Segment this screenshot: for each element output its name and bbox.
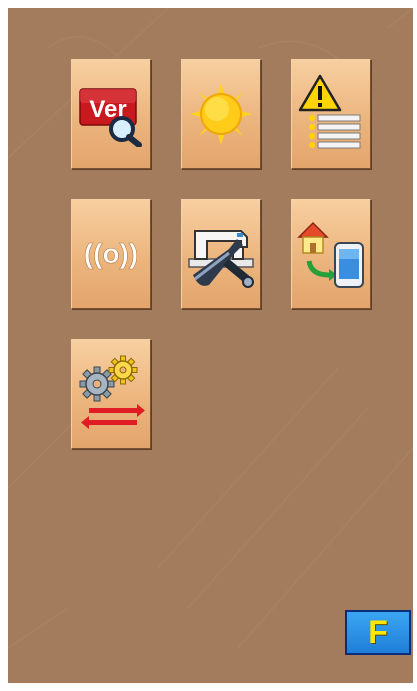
home-device-transfer-button[interactable] — [291, 199, 371, 309]
parameter-exchange-button[interactable] — [71, 339, 151, 449]
version-search-icon: Ver — [79, 88, 142, 147]
function-button[interactable]: F — [345, 610, 411, 655]
function-button-label: F — [368, 614, 388, 650]
alarm-list-button[interactable] — [291, 59, 371, 169]
warning-list-icon — [298, 74, 361, 149]
machine-maintenance-button[interactable] — [181, 199, 261, 309]
wireless-icon-label: ((o)) — [84, 238, 138, 269]
main-screen: Ver ((o)) F — [8, 8, 413, 683]
home-device-transfer-icon — [297, 221, 364, 288]
version-button[interactable]: Ver — [71, 59, 151, 169]
wireless-signal-icon: ((o)) — [83, 238, 138, 270]
sun-icon — [190, 83, 252, 145]
gears-arrows-icon — [79, 355, 145, 429]
brightness-button[interactable] — [181, 59, 261, 169]
wireless-button[interactable]: ((o)) — [71, 199, 151, 309]
sewing-machine-wrench-icon — [188, 230, 254, 288]
